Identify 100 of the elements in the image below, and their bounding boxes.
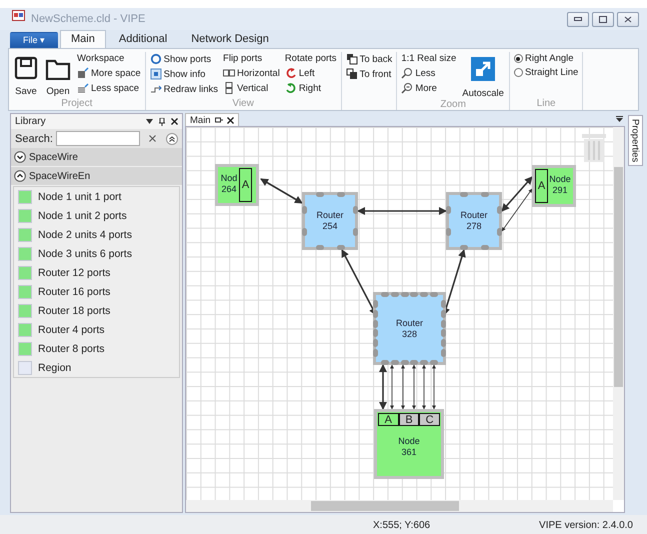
close-icon[interactable]: [624, 16, 632, 22]
ribbon-button[interactable]: Horizontal: [223, 66, 280, 80]
port-connector: [336, 192, 344, 197]
ribbon-button[interactable]: Autoscale: [461, 52, 505, 99]
ribbon-button[interactable]: Redraw links: [150, 82, 218, 96]
library-item[interactable]: Node 3 units 6 ports: [38, 248, 132, 260]
link-arrow: [412, 364, 416, 410]
ribbon-button[interactable]: Show info: [150, 67, 218, 81]
close-button[interactable]: [617, 12, 639, 26]
shrink-icon: [77, 82, 89, 94]
link-arrow: [260, 178, 303, 204]
maximize-icon[interactable]: [599, 16, 607, 22]
port-connector: [460, 245, 468, 250]
zoom-out-icon: [401, 67, 414, 79]
group-label: View: [231, 98, 255, 110]
save-icon: [14, 56, 38, 80]
group-label: Line: [536, 98, 557, 110]
link-arrow: [422, 364, 426, 410]
port-connector: [336, 245, 344, 250]
search-field[interactable]: [56, 131, 140, 146]
clear-icon[interactable]: [149, 135, 156, 142]
ribbon-button[interactable]: Save: [13, 52, 39, 97]
chevron-down-icon[interactable]: [14, 151, 26, 163]
ribbon-button[interactable]: Open: [44, 52, 72, 97]
rotate-left-icon: [284, 67, 297, 79]
radio-label[interactable]: Right Angle: [524, 53, 574, 64]
link-arrow: [390, 364, 394, 410]
port-connector: [353, 206, 358, 214]
vertical-flip-icon: [223, 82, 236, 94]
send-back-icon: [346, 53, 358, 65]
ribbon-button[interactable]: To front: [346, 67, 392, 81]
port-connector: [460, 192, 468, 197]
pin-icon[interactable]: [214, 117, 223, 123]
group-heading: Workspace: [77, 52, 126, 65]
ring-icon: [150, 53, 162, 65]
window-title: NewScheme.cld - VIPE: [31, 12, 146, 25]
ribbon-button[interactable]: To back: [346, 52, 392, 66]
port-connector: [302, 228, 307, 236]
dropdown-icon[interactable]: [616, 116, 623, 123]
link-arrow: [432, 364, 436, 410]
group-name[interactable]: SpaceWire: [29, 152, 78, 162]
radio-label[interactable]: Straight Line: [524, 67, 578, 78]
library-item[interactable]: Router 18 ports: [38, 304, 110, 316]
ribbon-button[interactable]: Less space: [77, 81, 141, 95]
ribbon-tab[interactable]: Network Design: [180, 30, 280, 48]
pin-icon[interactable]: [159, 118, 165, 126]
ribbon-button[interactable]: Vertical: [223, 81, 280, 95]
port-connector: [497, 206, 502, 214]
radio-button[interactable]: [514, 54, 523, 63]
ribbon-button[interactable]: Show ports: [150, 52, 218, 66]
library-item[interactable]: Router 16 ports: [38, 286, 110, 298]
port-tab: A: [378, 413, 399, 426]
horizontal-scrollbar[interactable]: [186, 500, 613, 512]
info-panel-icon: [150, 68, 162, 80]
library-item[interactable]: Node 2 units 4 ports: [38, 228, 132, 240]
cursor-coordinates: X:555; Y:606: [373, 520, 432, 530]
library-item[interactable]: Region: [38, 362, 72, 374]
dropdown-icon[interactable]: [146, 119, 153, 124]
ribbon-tab[interactable]: Additional: [108, 30, 178, 48]
ribbon-button[interactable]: More: [401, 81, 456, 95]
zoom-in-icon: [401, 82, 414, 94]
vertical-scrollbar[interactable]: [613, 127, 624, 500]
close-icon[interactable]: [226, 116, 234, 124]
library-group[interactable]: SpaceWire: [11, 148, 182, 167]
port-connector: [302, 206, 307, 214]
side-tab[interactable]: Properties: [628, 115, 642, 166]
chevron-up-icon[interactable]: [14, 170, 26, 182]
minimize-icon[interactable]: [574, 17, 582, 21]
group-label: Zoom: [439, 99, 467, 111]
ribbon-button[interactable]: More space: [77, 66, 141, 80]
collapse-all-icon[interactable]: [166, 132, 178, 144]
library-item[interactable]: Router 12 ports: [38, 266, 110, 278]
file-menu-button[interactable]: File ▾: [10, 32, 58, 48]
library-group[interactable]: SpaceWireEn: [11, 167, 182, 186]
library-item[interactable]: Node 1 unit 2 ports: [38, 210, 127, 222]
horizontal-flip-icon: [223, 67, 236, 79]
node-label: Router 328: [394, 316, 424, 340]
radio-button[interactable]: [514, 68, 523, 77]
library-item[interactable]: Router 4 ports: [38, 324, 105, 336]
ribbon-tab[interactable]: Main: [60, 30, 106, 48]
close-icon[interactable]: [171, 118, 178, 125]
minimize-button[interactable]: [567, 12, 589, 26]
node-label: Nod 264: [220, 173, 238, 195]
ribbon-button[interactable]: 1:1 Real size: [401, 52, 456, 65]
library-item[interactable]: Router 8 ports: [38, 342, 105, 354]
rotate-right-icon: [284, 82, 297, 94]
ribbon-button[interactable]: Less: [401, 66, 456, 80]
node-label: Node 361: [397, 436, 421, 458]
panel-title: Library: [15, 116, 47, 127]
group-name[interactable]: SpaceWireEn: [29, 170, 90, 182]
port-connector: [480, 192, 488, 197]
ribbon-button[interactable]: Right: [284, 81, 337, 95]
group-heading: Rotate ports: [284, 52, 337, 65]
library-item[interactable]: Node 1 unit 1 port: [38, 190, 122, 202]
ribbon-button[interactable]: Left: [284, 66, 337, 80]
version-label: VIPE version: 2.4.0.0: [539, 520, 633, 530]
port-tab: A: [535, 169, 548, 203]
maximize-button[interactable]: [592, 12, 614, 26]
port-connector: [353, 228, 358, 236]
app-icon: [12, 10, 25, 20]
